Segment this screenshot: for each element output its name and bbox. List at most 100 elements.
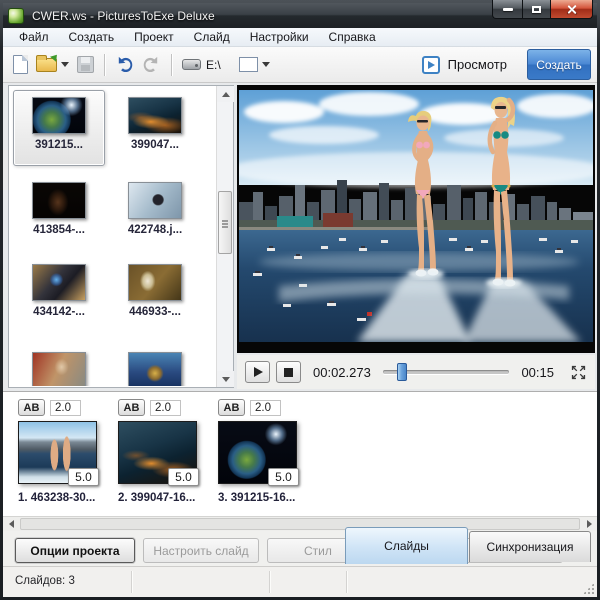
main-area: 391215... 399047... 413854-... 422748.j.… (3, 83, 597, 391)
tab-synchronization[interactable]: Синхронизация (469, 531, 591, 562)
current-time: 00:02.273 (313, 365, 371, 380)
file-grid: 391215... 399047... 413854-... 422748.j.… (10, 87, 215, 386)
slide-count-status: Слайдов: 3 (15, 575, 75, 587)
file-thumbnail[interactable] (128, 264, 182, 301)
file-name: 399047... (131, 139, 179, 151)
timeline-slide[interactable]: AB 2.0 5.0 3. 391215-16... (218, 399, 300, 504)
file-item[interactable] (13, 345, 105, 386)
redo-icon (142, 55, 161, 74)
new-project-button[interactable] (9, 51, 32, 79)
view-dropdown-icon[interactable] (262, 62, 270, 67)
app-logo-icon (8, 8, 24, 24)
slide-duration-badge[interactable]: 5.0 (68, 468, 99, 486)
file-thumbnail[interactable] (32, 97, 86, 134)
file-thumbnail[interactable] (32, 182, 86, 219)
transition-time-field[interactable]: 2.0 (150, 400, 181, 416)
preview-button[interactable]: Просмотр (412, 53, 517, 77)
menu-help[interactable]: Справка (319, 29, 386, 45)
seek-slider[interactable] (383, 363, 510, 381)
file-item[interactable]: 422748.j... (109, 175, 201, 251)
slide-duration-badge[interactable]: 5.0 (268, 468, 299, 486)
transition-ab-button[interactable]: AB (18, 399, 45, 416)
view-mode-button[interactable] (235, 51, 274, 79)
timeline-scrollbar[interactable] (3, 516, 597, 531)
undo-button[interactable] (111, 51, 138, 79)
slide-timeline: AB 2.0 5.0 1. 463238-30... AB 2.0 5.0 2.… (3, 391, 597, 516)
scroll-right-arrow-icon[interactable] (581, 517, 597, 531)
maximize-button[interactable] (522, 0, 551, 19)
file-list-panel: 391215... 399047... 413854-... 422748.j.… (8, 85, 234, 388)
preview-button-label: Просмотр (448, 57, 507, 72)
open-dropdown-icon[interactable] (61, 62, 69, 67)
new-document-icon (13, 55, 28, 74)
seek-thumb[interactable] (397, 363, 407, 381)
preview-image (239, 90, 593, 342)
transition-time-field[interactable]: 2.0 (250, 400, 281, 416)
stop-button[interactable] (276, 361, 301, 383)
scroll-left-arrow-icon[interactable] (3, 517, 19, 531)
scrollbar-thumb[interactable] (20, 518, 580, 530)
redo-button (138, 51, 165, 79)
fullscreen-icon[interactable] (570, 364, 587, 381)
file-item[interactable]: 391215... (13, 90, 105, 166)
file-item[interactable]: 446933-... (109, 257, 201, 333)
timeline-slide[interactable]: AB 2.0 5.0 1. 463238-30... (18, 399, 100, 504)
file-item[interactable]: 399047... (109, 90, 201, 166)
preview-play-icon (422, 56, 440, 74)
image-view-icon (239, 57, 258, 72)
slide-thumbnail[interactable]: 5.0 (218, 421, 297, 484)
slide-thumbnail[interactable]: 5.0 (18, 421, 97, 484)
slide-duration-badge[interactable]: 5.0 (168, 468, 199, 486)
menu-slide[interactable]: Слайд (184, 29, 240, 45)
scroll-down-arrow-icon[interactable] (217, 371, 234, 387)
file-thumbnail[interactable] (128, 182, 182, 219)
status-separator (269, 571, 270, 593)
transition-ab-button[interactable]: AB (118, 399, 145, 416)
file-thumbnail[interactable] (32, 352, 86, 386)
minimize-button[interactable] (492, 0, 522, 19)
open-folder-icon (36, 58, 57, 72)
scrollbar-thumb[interactable] (218, 191, 232, 254)
menu-file[interactable]: Файл (9, 29, 59, 45)
file-thumbnail[interactable] (128, 352, 182, 386)
menu-create[interactable]: Создать (59, 29, 125, 45)
file-name: 422748.j... (128, 224, 182, 236)
menu-settings[interactable]: Настройки (240, 29, 319, 45)
file-item[interactable]: 413854-... (13, 175, 105, 251)
resize-grip[interactable] (583, 583, 594, 594)
close-icon (566, 4, 577, 15)
file-list-scrollbar[interactable] (216, 86, 233, 387)
project-options-button[interactable]: Опции проекта (15, 538, 135, 563)
menu-project[interactable]: Проект (124, 29, 184, 45)
title-bar: CWER.ws - PicturesToExe Deluxe (3, 3, 597, 28)
toolbar: E:\ Просмотр Создать (3, 47, 597, 83)
file-thumbnail[interactable] (128, 97, 182, 134)
slide-caption: 2. 399047-16... (118, 492, 200, 504)
timeline-slide[interactable]: AB 2.0 5.0 2. 399047-16... (118, 399, 200, 504)
play-icon (254, 367, 263, 377)
file-thumbnail[interactable] (32, 264, 86, 301)
tab-slides[interactable]: Слайды (345, 527, 468, 564)
close-button[interactable] (551, 0, 593, 19)
drive-select-button[interactable]: E:\ (178, 51, 225, 79)
create-button[interactable]: Создать (527, 49, 591, 80)
play-button[interactable] (245, 361, 270, 383)
file-item[interactable] (109, 345, 201, 386)
transition-ab-button[interactable]: AB (218, 399, 245, 416)
slide-caption: 1. 463238-30... (18, 492, 100, 504)
status-bar: Слайдов: 3 (3, 566, 597, 597)
scroll-up-arrow-icon[interactable] (217, 86, 234, 102)
file-name: 413854-... (33, 224, 85, 236)
playback-bar: 00:02.273 00:15 (237, 355, 595, 389)
open-project-button[interactable] (32, 51, 73, 79)
slide-thumbnail[interactable]: 5.0 (118, 421, 197, 484)
total-time: 00:15 (521, 365, 554, 380)
maximize-icon (532, 6, 541, 13)
undo-icon (115, 55, 134, 74)
bottom-controls: Опции проекта Настроить слайд Стил △ Сла… (3, 531, 597, 566)
status-separator (131, 571, 132, 593)
file-item[interactable]: 434142-... (13, 257, 105, 333)
stop-icon (284, 368, 293, 377)
caption-buttons (492, 0, 593, 19)
transition-time-field[interactable]: 2.0 (50, 400, 81, 416)
